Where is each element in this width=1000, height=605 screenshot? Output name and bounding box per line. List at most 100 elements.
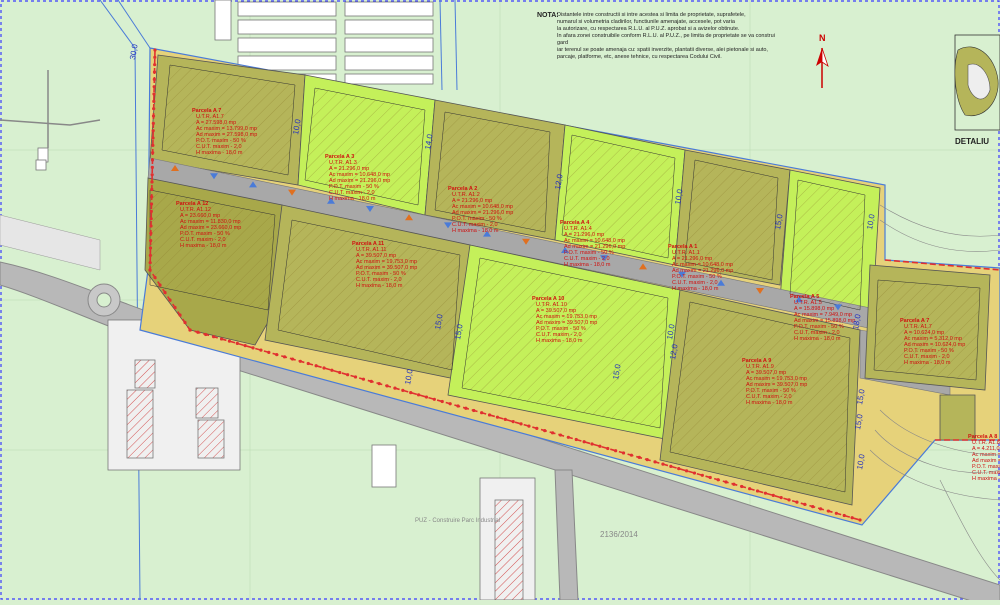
parcel-detail: H maxima - 18,0 m: [972, 476, 1000, 482]
boundary-dot: [275, 352, 279, 357]
boundary-dot: [151, 121, 155, 125]
boundary-dot: [677, 466, 681, 471]
detail-inset: [954, 34, 1000, 131]
boundary-dot: [629, 453, 634, 457]
boundary-dot: [152, 107, 156, 111]
boundary-dot: [574, 437, 578, 442]
boundary-dot: [148, 246, 153, 250]
boundary-dot: [503, 417, 507, 422]
boundary-dot: [732, 482, 736, 486]
parcel-detail: H maxima - 18,0 m: [794, 336, 841, 342]
detail-label: DETALIU: [955, 137, 990, 146]
site-plan-map: Parcela A 7 U.T.R. A1.7 A = 27.598,0 mp Ac …: [0, 0, 1000, 605]
boundary-dot: [259, 348, 263, 352]
boundary-dot: [150, 173, 154, 177]
boundary-dot: [314, 364, 318, 368]
boundary-dot: [566, 435, 570, 439]
boundary-dot: [495, 415, 500, 419]
boundary-dot: [779, 496, 783, 500]
boundary-dot: [149, 224, 153, 228]
boundary-dot: [158, 283, 162, 287]
boundary-dot: [243, 344, 247, 348]
boundary-dot: [153, 55, 157, 59]
boundary-dot: [464, 406, 468, 410]
boundary-dot: [480, 411, 484, 415]
boundary-dot: [151, 143, 155, 147]
boundary-dot: [424, 395, 429, 399]
boundary-dot: [692, 471, 697, 475]
boundary-dot: [393, 386, 397, 390]
parcel-detail: H maxima - 18,0 m: [536, 338, 583, 344]
boundary-dot: [606, 446, 610, 451]
boundary-dot: [178, 313, 182, 317]
boundary-dot: [168, 298, 172, 302]
boundary-dot: [748, 487, 752, 491]
boundary-dot: [151, 114, 156, 118]
boundary-dot: [151, 129, 155, 133]
boundary-dot: [456, 404, 460, 408]
boundary-dot: [440, 399, 444, 404]
parcel-detail: H maxima - 18,0 m: [746, 400, 793, 406]
boundary-dot: [235, 341, 239, 346]
boundary-dot: [251, 346, 255, 350]
parcel-detail: H maxima - 18,0 m: [672, 286, 719, 292]
boundary-dot: [152, 77, 156, 81]
boundary-dot: [361, 377, 366, 381]
boundary-dot: [590, 442, 594, 446]
boundary-dot: [621, 451, 626, 455]
parcel-detail: H maxima - 18,0 m: [564, 262, 611, 268]
boundary-dot: [153, 48, 157, 52]
boundary-dot: [834, 511, 838, 515]
boundary-dot: [183, 320, 187, 325]
boundary-dot: [322, 366, 326, 370]
boundary-dot: [149, 239, 153, 243]
boundary-dot: [716, 478, 720, 482]
note-line: In afara zonei construibile conform R.L.…: [557, 33, 775, 46]
boundary-dot: [150, 180, 154, 184]
boundary-dot: [432, 397, 436, 401]
boundary-dot: [637, 455, 641, 460]
boundary-dot: [771, 493, 775, 498]
note-line: Distantele intre constructii si intre ac…: [557, 12, 746, 18]
boundary-dot: [227, 339, 232, 343]
boundary-dot: [149, 217, 153, 221]
note-line: parcaje, platforme, etc, anexe tehnice, …: [557, 54, 722, 60]
parcel-detail: H maxima - 18,0 m: [452, 228, 499, 234]
boundary-dot: [188, 328, 192, 332]
boundary-dot: [151, 136, 155, 140]
boundary-dot: [684, 469, 689, 473]
boundary-dot: [346, 373, 350, 377]
note-body: Distantele intre constructii si intre ac…: [557, 12, 787, 61]
parcel-label: Parcela A 8U.T.R. A1.8A = 4.211,0 mpAc m…: [968, 434, 1000, 482]
boundary-dot: [401, 388, 405, 392]
boundary-dot: [795, 500, 799, 504]
stamp-project: PUZ - Construire Parc Industrial: [415, 518, 501, 524]
boundary-dot: [811, 504, 815, 509]
parcel-detail: H maxima - 18,0 m: [356, 283, 403, 289]
boundary-dot: [858, 518, 862, 522]
boundary-dot: [219, 337, 224, 341]
boundary-dot: [148, 268, 152, 272]
parcel-detail: H maxima - 18,0 m: [180, 243, 227, 249]
boundary-dot: [582, 440, 586, 444]
boundary-dot: [338, 370, 342, 375]
boundary-dot: [708, 475, 712, 480]
boundary-dot: [700, 473, 704, 477]
boundary-dot: [150, 187, 154, 191]
boundary-dot: [148, 253, 152, 257]
boundary-dot: [149, 231, 153, 235]
boundary-dot: [385, 384, 389, 388]
boundary-dot: [558, 433, 563, 437]
boundary-dot: [150, 165, 154, 169]
boundary-dot: [535, 426, 539, 430]
boundary-dot: [282, 355, 287, 359]
site-plan: Parcela A 7 U.T.R. A1.7 A = 27.598,0 mp Ac …: [0, 0, 1000, 605]
boundary-dot: [290, 357, 295, 361]
boundary-dot: [842, 513, 846, 518]
boundary-dot: [409, 390, 413, 395]
boundary-dot: [212, 335, 216, 339]
boundary-dot: [152, 85, 156, 89]
boundary-dot: [267, 350, 271, 354]
boundary-dot: [153, 63, 157, 67]
boundary-dot: [416, 393, 421, 397]
